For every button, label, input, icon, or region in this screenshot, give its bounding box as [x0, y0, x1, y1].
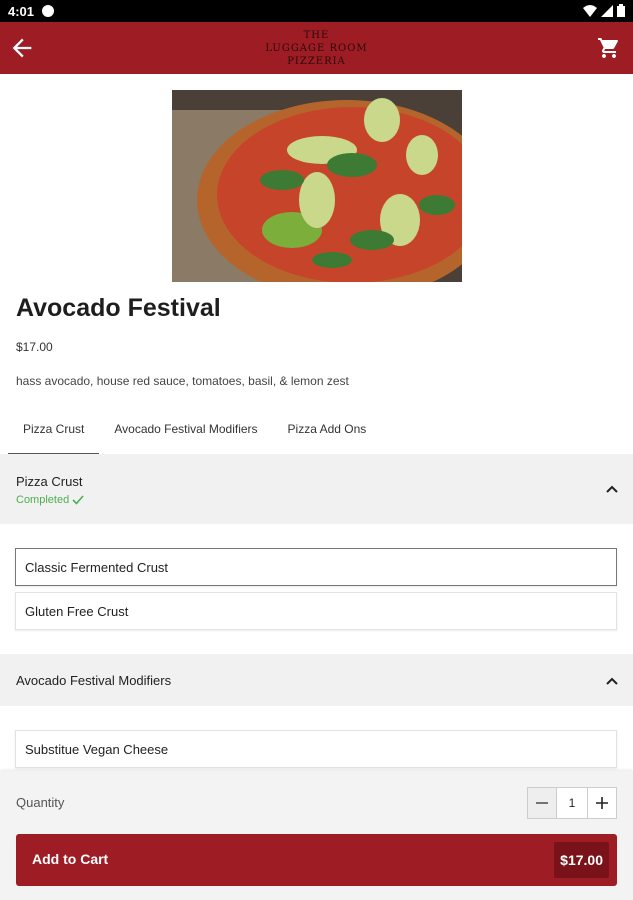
logo-line-2: LUGGAGE ROOM: [265, 42, 368, 54]
signal-icon: [601, 4, 613, 17]
section-header-avocado-festival-modifiers[interactable]: Avocado Festival Modifiers: [0, 654, 633, 706]
increase-quantity-button[interactable]: [587, 787, 617, 819]
add-to-cart-label: Add to Cart: [32, 851, 109, 867]
chevron-up-icon[interactable]: [605, 674, 619, 688]
product-description: hass avocado, house red sauce, tomatoes,…: [16, 374, 349, 388]
minus-icon: [536, 802, 548, 804]
product-price: $17.00: [16, 340, 53, 354]
pizzeria-logo: THE LUGGAGE ROOM PIZZERIA: [265, 29, 367, 68]
quantity-stepper: 1: [527, 787, 617, 819]
status-text: Completed: [16, 494, 70, 506]
add-to-cart-button[interactable]: Add to Cart $17.00: [16, 834, 617, 886]
product-title: Avocado Festival: [16, 294, 221, 322]
plus-icon: [596, 797, 608, 809]
option-classic-fermented-crust[interactable]: Classic Fermented Crust: [15, 548, 617, 586]
modifier-tabs: Pizza Crust Avocado Festival Modifiers P…: [8, 410, 382, 455]
status-icons: [583, 4, 625, 17]
product-image: [172, 90, 462, 282]
battery-icon: [617, 4, 625, 17]
tab-pizza-add-ons[interactable]: Pizza Add Ons: [273, 410, 382, 454]
section-title: Pizza Crust: [16, 474, 83, 489]
option-substitue-vegan-cheese[interactable]: Substitue Vegan Cheese: [15, 730, 617, 768]
logo-line-3: PIZZERIA: [287, 55, 346, 67]
checkmark-icon: [72, 495, 84, 505]
logo-line-1: THE: [303, 29, 330, 41]
section-header-pizza-crust[interactable]: Pizza Crust Completed: [0, 454, 633, 524]
status-bar: 4:01: [0, 0, 633, 22]
quantity-label: Quantity: [16, 795, 65, 810]
bottom-action-bar: Quantity 1 Add to Cart $17.00: [0, 771, 633, 900]
chevron-up-icon[interactable]: [605, 482, 619, 496]
notification-icon: [42, 5, 55, 17]
app-bar: THE LUGGAGE ROOM PIZZERIA: [0, 22, 633, 74]
wifi-icon: [583, 4, 597, 17]
tab-pizza-crust[interactable]: Pizza Crust: [8, 410, 100, 455]
status-time: 4:01: [8, 3, 35, 19]
section-status: Completed: [16, 494, 84, 506]
decrease-quantity-button[interactable]: [527, 787, 557, 819]
option-gluten-free-crust[interactable]: Gluten Free Crust: [15, 592, 617, 630]
back-arrow-icon[interactable]: [8, 34, 36, 62]
add-to-cart-amount: $17.00: [554, 842, 609, 878]
section-title: Avocado Festival Modifiers: [16, 673, 172, 688]
tab-avocado-festival-modifiers[interactable]: Avocado Festival Modifiers: [99, 410, 272, 454]
pizza-illustration: [172, 90, 462, 282]
quantity-value[interactable]: 1: [557, 787, 587, 819]
cart-icon[interactable]: [597, 36, 621, 60]
